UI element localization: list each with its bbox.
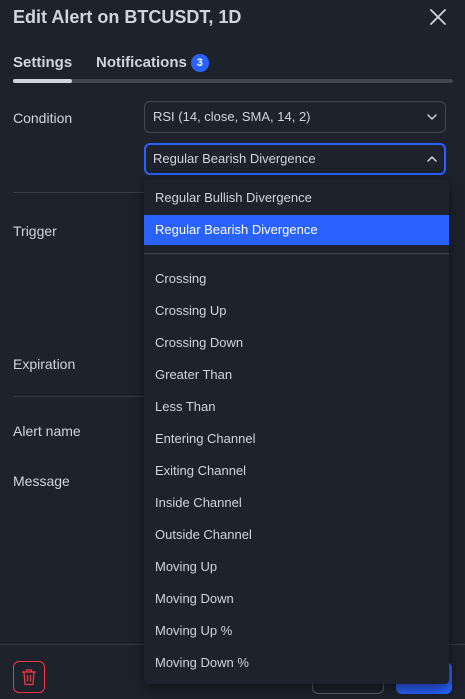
dropdown-option-moving-up-percent[interactable]: Moving Up % bbox=[144, 616, 449, 646]
tab-notifications[interactable]: Notifications 3 bbox=[96, 54, 209, 72]
trash-icon bbox=[22, 669, 36, 686]
tab-underline-track bbox=[13, 79, 453, 83]
dropdown-separator bbox=[144, 253, 449, 254]
dropdown-option-crossing-down[interactable]: Crossing Down bbox=[144, 328, 449, 358]
condition-operator-dropdown: Regular Bullish Divergence Regular Beari… bbox=[144, 179, 449, 684]
close-icon[interactable] bbox=[428, 7, 448, 27]
dropdown-option-exiting-channel[interactable]: Exiting Channel bbox=[144, 456, 449, 486]
dialog-header: Edit Alert on BTCUSDT, 1D bbox=[0, 0, 465, 40]
dropdown-option-inside-channel[interactable]: Inside Channel bbox=[144, 488, 449, 518]
tab-active-indicator bbox=[13, 79, 72, 83]
notification-count-badge: 3 bbox=[190, 54, 209, 72]
dropdown-option-regular-bearish-divergence[interactable]: Regular Bearish Divergence bbox=[144, 215, 449, 245]
dropdown-option-entering-channel[interactable]: Entering Channel bbox=[144, 424, 449, 454]
alert-name-label: Alert name bbox=[13, 423, 81, 439]
dropdown-option-regular-bullish-divergence[interactable]: Regular Bullish Divergence bbox=[144, 183, 449, 213]
section-divider bbox=[13, 396, 145, 397]
chevron-up-icon bbox=[425, 152, 439, 166]
condition-select-value: RSI (14, close, SMA, 14, 2) bbox=[153, 109, 311, 124]
dropdown-option-greater-than[interactable]: Greater Than bbox=[144, 360, 449, 390]
trigger-label: Trigger bbox=[13, 223, 57, 239]
dropdown-option-moving-down[interactable]: Moving Down bbox=[144, 584, 449, 614]
tab-settings[interactable]: Settings bbox=[13, 54, 72, 71]
dropdown-option-moving-down-percent[interactable]: Moving Down % bbox=[144, 648, 449, 678]
condition-operator-select[interactable]: Regular Bearish Divergence bbox=[144, 143, 446, 175]
message-label: Message bbox=[13, 473, 70, 489]
tab-notifications-label: Notifications bbox=[96, 54, 187, 71]
dropdown-option-less-than[interactable]: Less Than bbox=[144, 392, 449, 422]
dropdown-option-moving-up[interactable]: Moving Up bbox=[144, 552, 449, 582]
section-divider bbox=[13, 192, 145, 193]
dropdown-option-outside-channel[interactable]: Outside Channel bbox=[144, 520, 449, 550]
expiration-label: Expiration bbox=[13, 356, 76, 372]
condition-label: Condition bbox=[13, 110, 73, 126]
condition-select[interactable]: RSI (14, close, SMA, 14, 2) bbox=[144, 101, 446, 133]
dropdown-option-crossing-up[interactable]: Crossing Up bbox=[144, 296, 449, 326]
delete-alert-button[interactable] bbox=[13, 661, 45, 693]
condition-operator-value: Regular Bearish Divergence bbox=[153, 151, 316, 166]
chevron-down-icon bbox=[425, 110, 439, 124]
dropdown-option-crossing[interactable]: Crossing bbox=[144, 264, 449, 294]
dialog-title: Edit Alert on BTCUSDT, 1D bbox=[13, 7, 242, 27]
tab-settings-label: Settings bbox=[13, 54, 73, 71]
